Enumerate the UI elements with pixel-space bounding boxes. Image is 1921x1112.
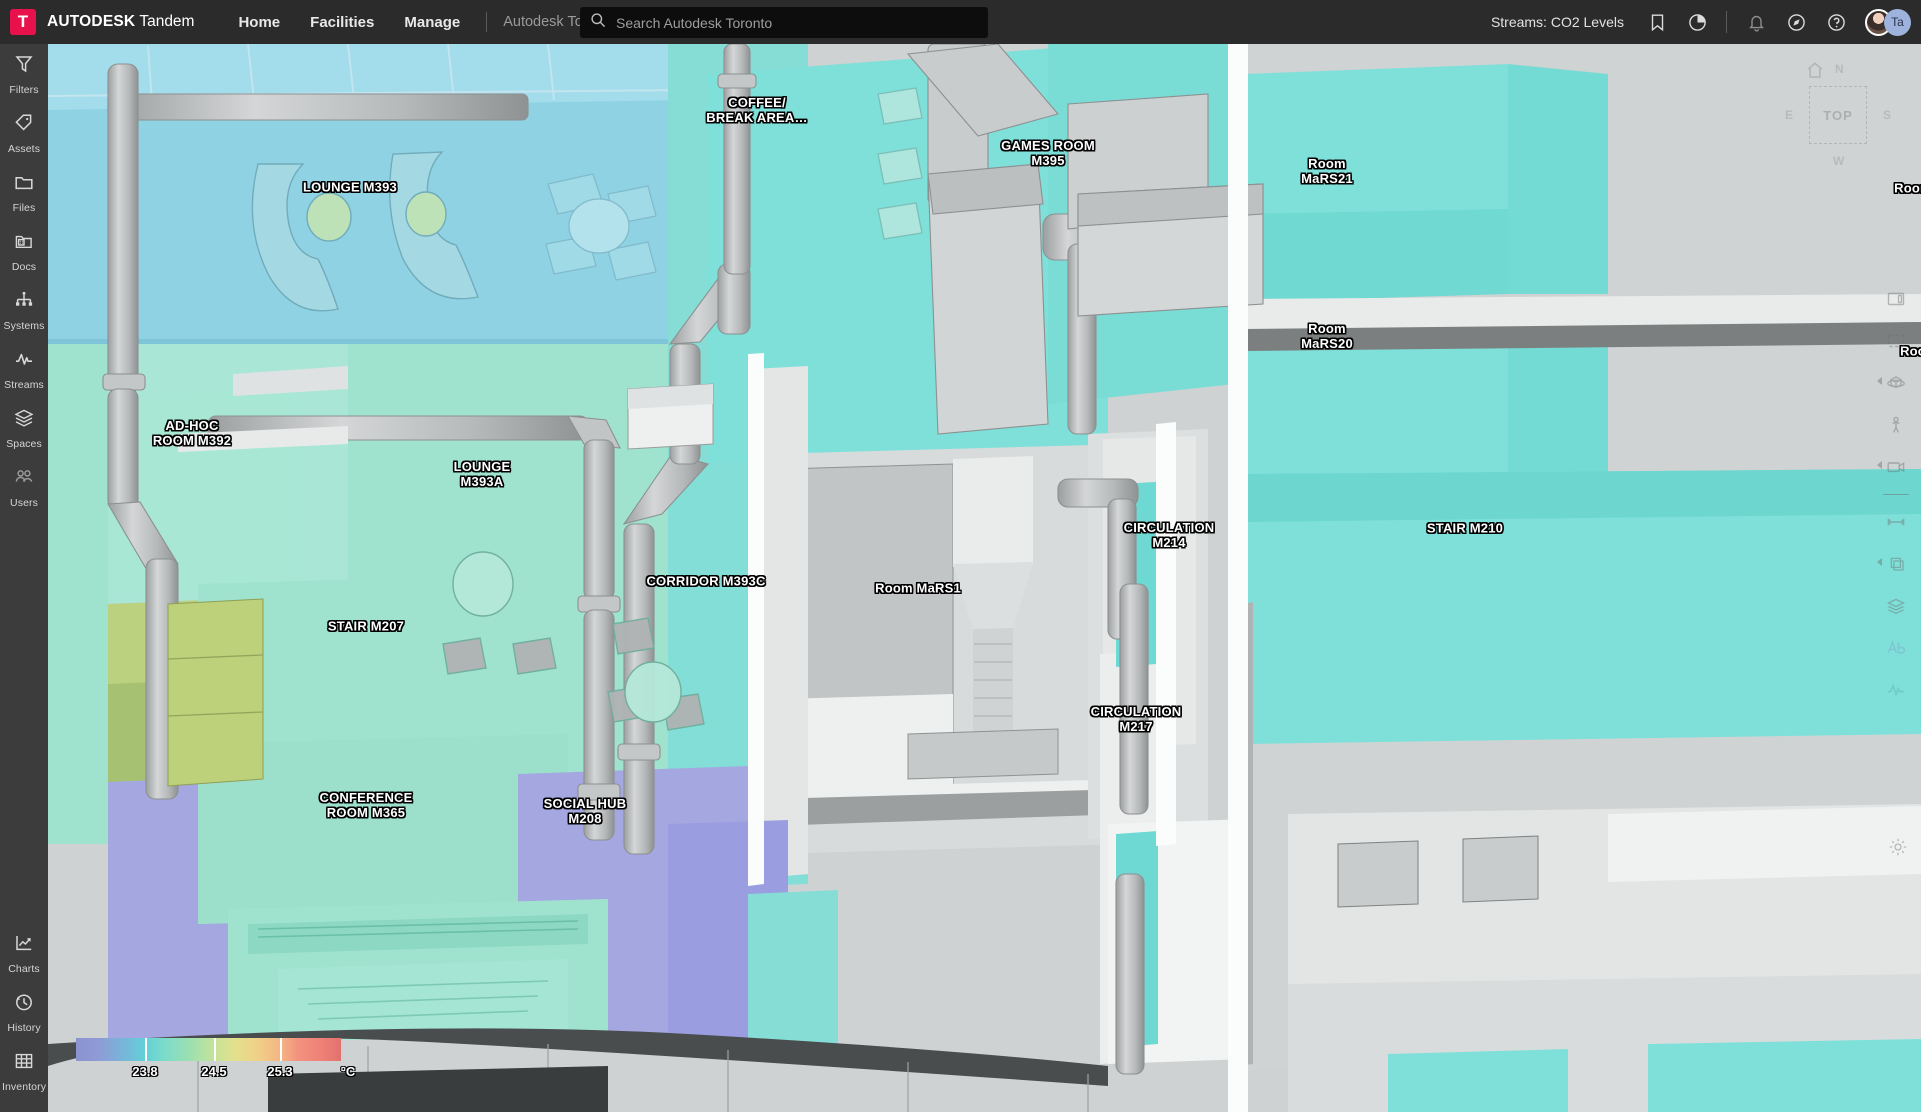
building-model-render [48, 44, 1921, 1112]
legend-tick-mark [213, 1038, 216, 1061]
top-header-bar: T AUTODESK Tandem Home Facilities Manage… [0, 0, 1921, 44]
view-cube[interactable]: N E S W TOP [1783, 60, 1893, 170]
sidebar-item-users[interactable]: Users [0, 457, 48, 516]
legend-tick-labels: 23.8 24.5 25.3 °C [70, 1064, 400, 1084]
systems-tree-icon [13, 289, 35, 316]
sidebar-label-filters: Filters [9, 84, 39, 96]
chevron-left-icon [1877, 558, 1882, 566]
compass-south: S [1882, 108, 1891, 122]
legend-gradient-bar [76, 1038, 341, 1061]
measure-icon[interactable] [1881, 507, 1911, 537]
home-icon[interactable] [1805, 60, 1825, 85]
section-box-icon[interactable] [1881, 284, 1911, 314]
first-person-walk-icon[interactable] [1881, 410, 1911, 440]
legend-tick-value: 23.8 [132, 1064, 158, 1079]
sidebar-label-files: Files [12, 202, 36, 214]
sidebar-label-assets: Assets [7, 143, 41, 155]
brand-autodesk-text: AUTODESK [47, 13, 136, 30]
streams-waveform-icon[interactable] [1881, 675, 1911, 705]
users-icon [13, 466, 35, 493]
sidebar-item-inventory[interactable]: Inventory [0, 1041, 48, 1100]
nav-item-manage[interactable]: Manage [404, 14, 460, 31]
nav-item-home[interactable]: Home [238, 14, 280, 31]
bookmark-icon[interactable] [1646, 11, 1668, 33]
compass-icon[interactable] [1785, 11, 1807, 33]
legend-tick-value: 24.5 [201, 1064, 227, 1079]
sidebar-item-filters[interactable]: Filters [0, 44, 48, 103]
search-input[interactable] [616, 14, 966, 31]
sidebar-item-assets[interactable]: Assets [0, 103, 48, 162]
help-icon[interactable] [1825, 11, 1847, 33]
document-folder-icon [13, 230, 35, 257]
explode-model-icon[interactable] [1877, 549, 1911, 579]
header-right-cluster: Streams: CO2 Levels Ta [1491, 0, 1911, 44]
sidebar-item-streams[interactable]: Streams [0, 339, 48, 398]
compass-west: W [1833, 154, 1845, 168]
nav-divider [486, 12, 488, 32]
brand-product-text: Tandem [135, 13, 195, 30]
sidebar-label-history: History [7, 1022, 41, 1034]
avatar-initials[interactable]: Ta [1884, 8, 1911, 36]
sidebar-item-history[interactable]: History [0, 982, 48, 1041]
color-legend: 23.8 24.5 25.3 °C [70, 1038, 400, 1084]
filter-icon [13, 53, 35, 80]
brand-title: AUTODESK Tandem [47, 13, 194, 31]
clock-history-icon [13, 991, 35, 1018]
camera-icon[interactable] [1877, 452, 1911, 482]
text-labels-icon[interactable] [1881, 633, 1911, 663]
brand-logo-block[interactable]: T AUTODESK Tandem [0, 9, 194, 35]
sidebar-label-streams: Streams [4, 379, 44, 391]
search-icon [590, 12, 606, 33]
chevron-left-icon [1877, 377, 1882, 385]
legend-tick-mark [144, 1038, 147, 1061]
viewport-right-toolbar [1877, 284, 1913, 705]
sidebar-label-charts: Charts [8, 963, 40, 975]
sidebar-item-spaces[interactable]: Spaces [0, 398, 48, 457]
user-avatars[interactable]: Ta [1865, 8, 1911, 36]
layers-stack-icon [13, 407, 35, 434]
compass-north: N [1835, 62, 1844, 76]
tag-icon [13, 112, 35, 139]
sidebar-label-systems: Systems [3, 320, 45, 332]
table-grid-icon [13, 1050, 35, 1077]
legend-unit-label: °C [340, 1064, 356, 1079]
waveform-icon [13, 348, 35, 375]
compass-east: E [1785, 108, 1794, 122]
layers-icon[interactable] [1881, 591, 1911, 621]
orbit-cube-icon[interactable] [1877, 368, 1911, 398]
legend-tick-mark [280, 1038, 283, 1061]
toolbar-separator [1883, 494, 1909, 495]
sidebar-item-docs[interactable]: Docs [0, 221, 48, 280]
folder-icon [13, 171, 35, 198]
sidebar-label-spaces: Spaces [6, 438, 42, 450]
left-sidebar: Filters Assets Files Docs Systems Stream… [0, 44, 48, 1112]
sidebar-item-charts[interactable]: Charts [0, 923, 48, 982]
primary-nav: Home Facilities Manage [238, 14, 460, 31]
gear-icon[interactable] [1883, 832, 1913, 862]
sidebar-label-docs: Docs [11, 261, 37, 273]
streams-status-label: Streams: CO2 Levels [1490, 14, 1624, 30]
nav-item-facilities[interactable]: Facilities [310, 14, 374, 31]
sidebar-label-users: Users [10, 497, 38, 509]
search-bar[interactable] [580, 7, 988, 38]
chevron-left-icon [1877, 461, 1882, 469]
legend-tick-value: 25.3 [267, 1064, 293, 1079]
autodesk-logo-icon: T [10, 9, 36, 35]
model-viewport-3d[interactable]: LOUNGE M393 COFFEE/ BREAK AREA… GAMES RO… [48, 44, 1921, 1112]
line-chart-icon [13, 932, 35, 959]
sidebar-item-files[interactable]: Files [0, 162, 48, 221]
header-divider [1726, 11, 1727, 33]
sidebar-label-inventory: Inventory [1, 1081, 47, 1093]
pie-chart-icon[interactable] [1686, 11, 1708, 33]
sidebar-item-systems[interactable]: Systems [0, 280, 48, 339]
bell-icon[interactable] [1745, 11, 1767, 33]
selection-marquee-icon[interactable] [1881, 326, 1911, 356]
view-cube-top-face[interactable]: TOP [1809, 86, 1867, 144]
